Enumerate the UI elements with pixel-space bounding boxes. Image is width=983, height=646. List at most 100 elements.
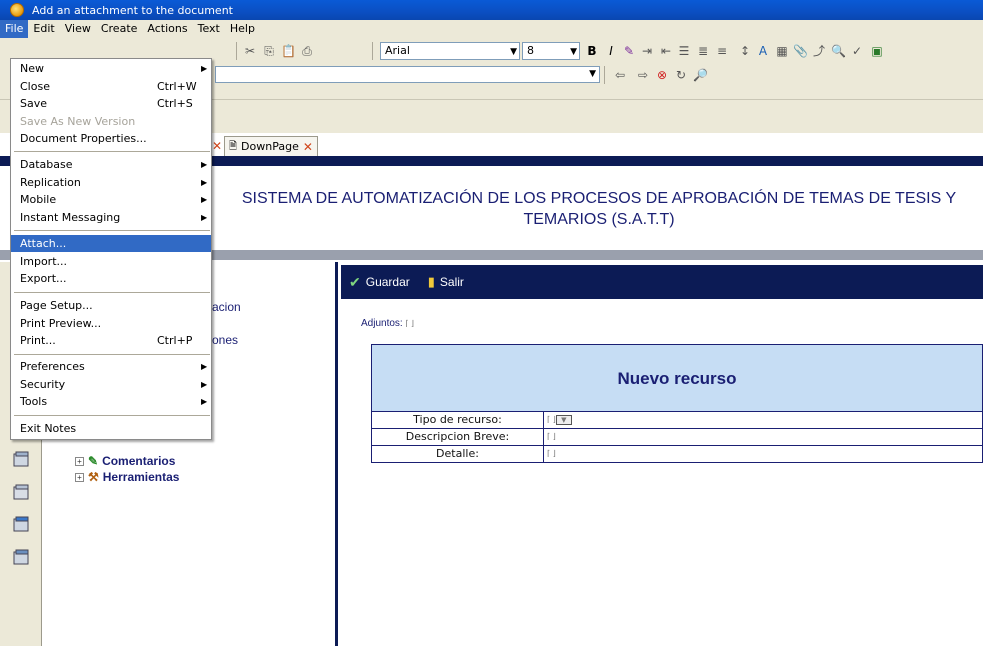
form-row-detalle: Detalle: ⌈ ⌋ — [371, 446, 983, 463]
copy-icon[interactable]: ⎘ — [262, 44, 276, 58]
forward-icon[interactable]: ⇨ — [636, 68, 650, 82]
tree-item-label: Comentarios — [102, 454, 176, 468]
menu-item-label: Exit Notes — [20, 422, 77, 435]
menu-separator — [14, 354, 210, 355]
menu-file[interactable]: File — [0, 20, 29, 38]
indent-icon[interactable]: ⇥ — [640, 44, 654, 58]
menu-item-label: Page Setup... — [20, 299, 93, 312]
menu-view[interactable]: View — [60, 20, 96, 38]
font-name-value: Arial — [385, 44, 410, 57]
tree-item-herramientas[interactable]: + ⚒ Herramientas — [75, 470, 179, 484]
menu-item-label: Tools — [20, 395, 48, 408]
menu-item-attach[interactable]: Attach... — [11, 235, 211, 252]
spell-check-icon[interactable]: ✓ — [850, 44, 864, 58]
submenu-arrow-icon: ▶ — [201, 160, 208, 169]
menu-item-security[interactable]: Security ▶ — [11, 376, 211, 393]
menu-item-label: Print Preview... — [20, 317, 102, 330]
menu-create[interactable]: Create — [96, 20, 143, 38]
menu-item-save[interactable]: Save Ctrl+S — [11, 95, 211, 112]
outdent-icon[interactable]: ⇤ — [659, 44, 673, 58]
address-combo[interactable]: ▼ — [215, 66, 600, 83]
database-icon[interactable] — [12, 450, 32, 470]
paste-icon[interactable]: 📋 — [281, 44, 296, 58]
bullet-list-icon[interactable]: ☰ — [677, 44, 691, 58]
form-label: Detalle: — [372, 446, 544, 462]
menu-item-import[interactable]: Import... — [11, 253, 211, 270]
bold-icon[interactable]: B — [585, 44, 599, 58]
submenu-arrow-icon: ▶ — [201, 178, 208, 187]
menu-item-instant-messaging[interactable]: Instant Messaging ▶ — [11, 209, 211, 226]
database-icon[interactable] — [12, 483, 32, 503]
close-icon[interactable]: ✕ — [212, 139, 222, 153]
form-row-descripcion: Descripcion Breve: ⌈ ⌋ — [371, 429, 983, 446]
menu-item-tools[interactable]: Tools ▶ — [11, 393, 211, 410]
line-spacing-icon[interactable]: ↕ — [738, 44, 752, 58]
font-size-select[interactable]: 8 ▼ — [522, 42, 580, 60]
form-label: Tipo de recurso: — [372, 412, 544, 428]
highlighter-icon[interactable]: ✎ — [622, 44, 636, 58]
menu-text[interactable]: Text — [193, 20, 225, 38]
menu-item-label: Save As New Version — [20, 115, 136, 128]
search-icon[interactable]: 🔎 — [693, 68, 708, 82]
menu-item-exit-notes[interactable]: Exit Notes — [11, 420, 211, 437]
menu-item-replication[interactable]: Replication ▶ — [11, 174, 211, 191]
detail-field[interactable]: ⌈ ⌋ — [544, 446, 982, 462]
attachments-field[interactable]: Adjuntos: ⌈ ⌋ — [361, 318, 414, 329]
database-icon[interactable] — [12, 515, 32, 535]
submenu-arrow-icon: ▶ — [201, 64, 208, 73]
menu-item-document-properties[interactable]: Document Properties... — [11, 130, 211, 147]
tools-icon: ⚒ — [88, 470, 99, 484]
exit-button[interactable]: ▮ Salir — [428, 274, 464, 290]
expand-icon[interactable]: + — [75, 456, 84, 466]
close-icon[interactable]: ✕ — [303, 138, 313, 156]
stop-icon[interactable]: ⊗ — [655, 68, 669, 82]
menu-item-label: Replication — [20, 176, 81, 189]
chevron-down-icon: ▼ — [589, 69, 596, 79]
menu-item-label: Mobile — [20, 193, 57, 206]
paperclip-icon[interactable]: 📎 — [793, 44, 808, 58]
menu-item-label: Save — [20, 97, 48, 110]
menu-item-page-setup[interactable]: Page Setup... — [11, 297, 211, 314]
table-icon[interactable]: ▦ — [775, 44, 789, 58]
image-icon[interactable]: ▣ — [870, 44, 884, 58]
italic-icon[interactable]: I — [604, 44, 618, 58]
font-color-icon[interactable]: A — [756, 44, 770, 58]
find-icon[interactable]: 🔍 — [831, 44, 846, 58]
back-icon[interactable]: ⇦ — [613, 68, 627, 82]
menu-item-label: Document Properties... — [20, 132, 147, 145]
menu-item-database[interactable]: Database ▶ — [11, 156, 211, 173]
resource-type-field[interactable]: ⌈ ⌋ ▼ — [544, 412, 982, 428]
align-icon[interactable]: ≡ — [715, 44, 729, 58]
save-button[interactable]: ✔ Guardar — [349, 274, 410, 291]
page-title: SISTEMA DE AUTOMATIZACIÓN DE LOS PROCESO… — [241, 190, 957, 228]
menu-item-new[interactable]: New ▶ — [11, 60, 211, 77]
paste-special-icon[interactable]: ⎙ — [300, 44, 314, 58]
nav-link-partial[interactable]: ones — [212, 333, 238, 347]
menu-separator — [14, 292, 210, 293]
font-size-value: 8 — [527, 44, 534, 57]
menu-separator — [14, 151, 210, 152]
menu-item-export[interactable]: Export... — [11, 270, 211, 287]
menu-item-print[interactable]: Print... Ctrl+P — [11, 332, 211, 349]
font-name-select[interactable]: Arial ▼ — [380, 42, 520, 60]
expand-icon[interactable]: + — [75, 472, 84, 482]
database-icon[interactable] — [12, 548, 32, 568]
numbered-list-icon[interactable]: ≣ — [696, 44, 710, 58]
menu-item-preferences[interactable]: Preferences ▶ — [11, 358, 211, 375]
menu-item-print-preview[interactable]: Print Preview... — [11, 315, 211, 332]
short-description-field[interactable]: ⌈ ⌋ — [544, 429, 982, 445]
menu-edit[interactable]: Edit — [28, 20, 59, 38]
refresh-icon[interactable]: ↻ — [674, 68, 688, 82]
action-bar: ✔ Guardar ▮ Salir — [341, 265, 983, 299]
tree-item-comentarios[interactable]: + ✎ Comentarios — [75, 454, 175, 468]
menu-actions[interactable]: Actions — [142, 20, 192, 38]
menu-item-close[interactable]: Close Ctrl+W — [11, 78, 211, 95]
chevron-down-icon[interactable]: ▼ — [555, 414, 572, 425]
menu-help[interactable]: Help — [225, 20, 260, 38]
menu-item-mobile[interactable]: Mobile ▶ — [11, 191, 211, 208]
nav-link-partial[interactable]: acion — [212, 300, 241, 314]
menu-separator — [14, 230, 210, 231]
tab-downpage[interactable]: 🗎 DownPage ✕ — [224, 136, 318, 156]
hotspot-icon[interactable]: ⤴ — [812, 44, 826, 58]
cut-icon[interactable]: ✂ — [243, 44, 257, 58]
